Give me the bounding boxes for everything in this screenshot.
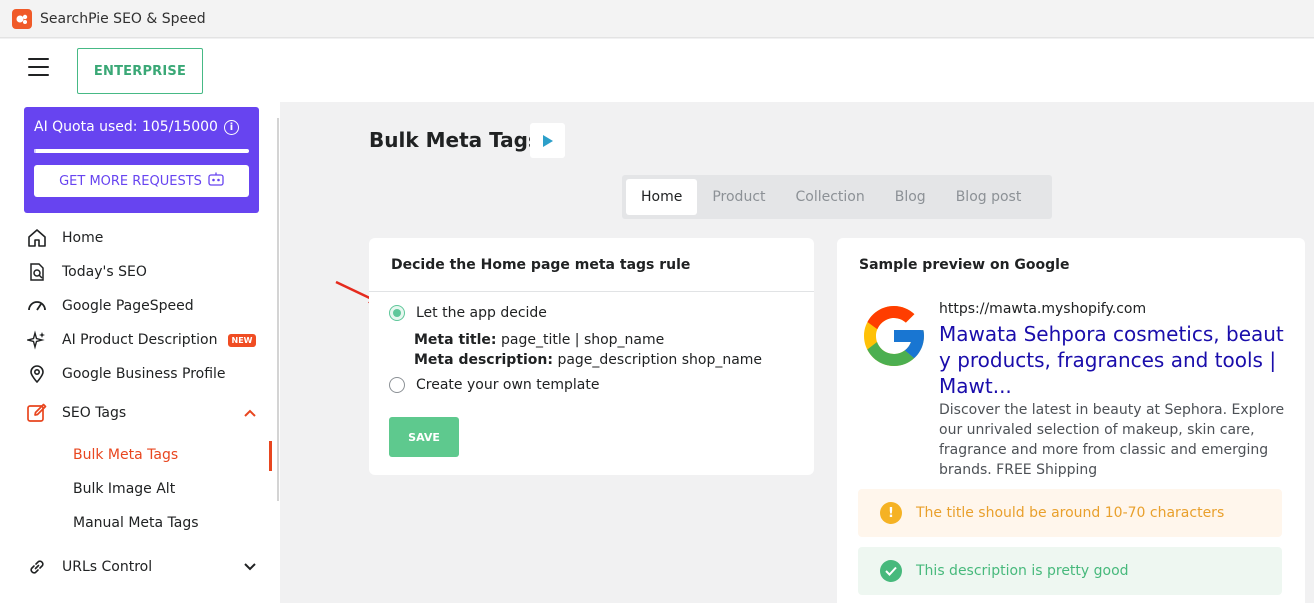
sidebar-subitem-manual-meta-tags[interactable]: Manual Meta Tags [73,515,199,531]
page-type-tabs: Home Product Collection Blog Blog post [622,175,1052,219]
sidebar-item-label: SEO Tags [62,405,127,421]
window-titlebar: SearchPie SEO & Speed [0,0,1314,38]
ai-quota-panel: AI Quota used: 105/15000 i GET MORE REQU… [24,107,259,213]
home-icon [26,227,48,249]
meta-rule-card-title: Decide the Home page meta tags rule [369,238,814,292]
link-icon [26,556,48,578]
warning-icon: ! [880,502,902,524]
sidebar-item-label: Today's SEO [62,264,147,280]
sidebar-item-todays-seo[interactable]: Today's SEO [26,260,147,284]
search-doc-icon [26,261,48,283]
option-create-own-template[interactable]: Create your own template [389,377,599,393]
top-header: ENTERPRISE [0,39,1314,102]
sidebar-item-google-pagespeed[interactable]: Google PageSpeed [26,294,194,318]
meta-description-value: page_description shop_name [557,352,763,368]
robot-icon [208,172,224,190]
preview-result-title[interactable]: Mawata Sehpora cosmetics, beauty product… [939,321,1289,399]
meta-rule-card: Decide the Home page meta tags rule Let … [369,238,814,475]
sidebar-item-label: Home [62,230,104,246]
sidebar-item-label: Google Business Profile [62,366,226,382]
sidebar-subitem-bulk-image-alt[interactable]: Bulk Image Alt [73,481,175,497]
preview-result-description: Discover the latest in beauty at Sephora… [939,402,1285,478]
tab-home[interactable]: Home [626,179,698,215]
option-let-app-decide[interactable]: Let the app decide [389,305,547,321]
gauge-icon [26,295,48,317]
meta-title-value: page_title | shop_name [500,332,665,348]
new-badge: NEW [227,333,257,347]
preview-url: https://mawta.myshopify.com [939,301,1147,317]
sidebar-scrollbar[interactable] [277,118,279,501]
play-icon [542,134,553,147]
page-title: Bulk Meta Tags [369,128,540,152]
meta-title-label: Meta title: [414,332,497,348]
active-indicator [269,441,272,471]
option-app-label: Let the app decide [416,305,547,321]
tab-product[interactable]: Product [697,179,780,215]
radio-unselected[interactable] [389,377,405,393]
menu-icon[interactable] [28,58,49,76]
chevron-up-icon[interactable] [244,405,256,421]
google-logo-icon [864,306,924,366]
sidebar-item-google-business-profile[interactable]: Google Business Profile [26,362,226,386]
quota-row: AI Quota used: 105/15000 i [34,119,249,135]
save-button[interactable]: SAVE [389,417,459,457]
meta-description-line: Meta description: page_description shop_… [414,352,762,368]
sidebar-item-label: URLs Control [62,559,153,575]
tab-blog-post[interactable]: Blog post [941,179,1037,215]
info-icon[interactable]: i [223,119,239,135]
play-video-button[interactable] [530,123,565,158]
map-pin-icon [26,363,48,385]
tab-collection[interactable]: Collection [781,179,880,215]
edit-icon [26,402,48,424]
window-title: SearchPie SEO & Speed [40,10,206,27]
sidebar-subitem-bulk-meta-tags[interactable]: Bulk Meta Tags [73,447,178,463]
sidebar-item-home[interactable]: Home [26,226,103,250]
title-warning-notice: ! The title should be around 10-70 chara… [858,489,1282,537]
google-preview-card-title: Sample preview on Google [859,257,1070,273]
quota-progress-fill [34,149,36,153]
sidebar-item-seo-tags[interactable]: SEO Tags [26,401,256,425]
quota-progress-bar [34,149,249,153]
get-more-requests-button[interactable]: GET MORE REQUESTS [34,165,249,197]
check-circle-icon [880,560,902,582]
sparkle-icon [26,329,48,351]
google-preview-card: Sample preview on Google https://mawta.m… [837,238,1305,603]
plan-button[interactable]: ENTERPRISE [77,48,203,94]
sidebar-item-ai-product-description[interactable]: AI Product Description NEW [26,328,257,352]
sidebar-item-urls-control[interactable]: URLs Control [26,555,256,579]
quota-label: AI Quota used: 105/15000 [34,119,218,135]
description-ok-notice: This description is pretty good [858,547,1282,595]
title-warning-text: The title should be around 10-70 charact… [916,505,1225,521]
sidebar-item-label: AI Product Description [62,332,218,348]
tab-blog[interactable]: Blog [880,179,941,215]
option-custom-label: Create your own template [416,377,600,393]
meta-description-label: Meta description: [414,352,553,368]
sidebar-item-label: Google PageSpeed [62,298,194,314]
chevron-down-icon[interactable] [244,559,256,575]
radio-selected[interactable] [389,305,405,321]
description-ok-text: This description is pretty good [916,563,1129,579]
meta-title-line: Meta title: page_title | shop_name [414,332,664,348]
app-logo-icon [12,8,32,29]
get-more-requests-label: GET MORE REQUESTS [59,173,202,189]
